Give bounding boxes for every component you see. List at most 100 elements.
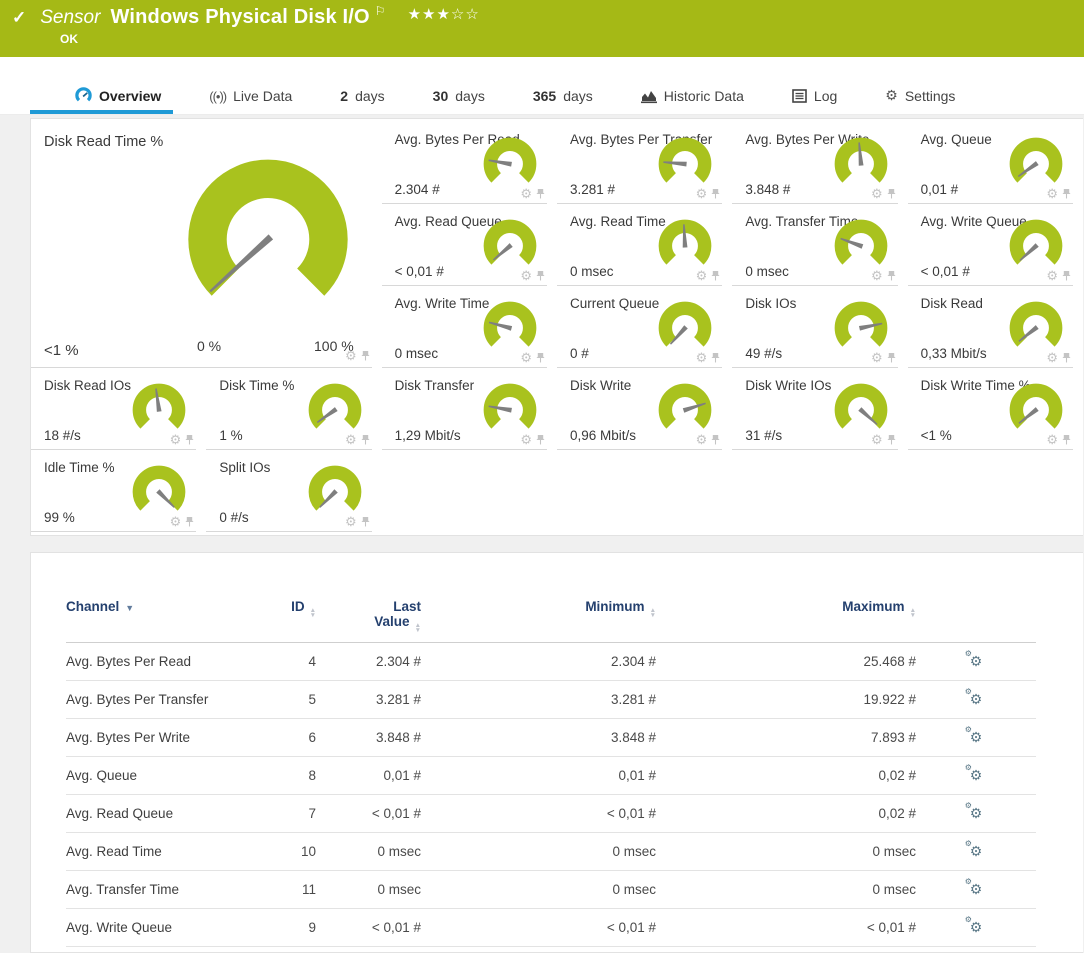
gauge-settings-gear-icon[interactable]: ⚙	[170, 515, 182, 528]
gauge-pin-icon[interactable]	[185, 516, 194, 527]
gauge-min-label: 0 %	[197, 338, 221, 354]
channel-settings-gear-icon[interactable]: ⚙	[970, 805, 983, 822]
gauge-value: 99 %	[44, 510, 75, 525]
channel-settings-gear-icon[interactable]: ⚙	[970, 767, 983, 784]
tab-label: days	[355, 88, 385, 104]
gauge-pin-icon[interactable]	[711, 352, 720, 363]
gauge-settings-gear-icon[interactable]: ⚙	[871, 351, 883, 364]
table-row: Avg. Write Queue 9 < 0,01 # < 0,01 # < 0…	[66, 909, 1036, 947]
gauge-value: 18 #/s	[44, 428, 81, 443]
tab-number: 30	[433, 88, 449, 104]
gauge-pin-icon[interactable]	[185, 434, 194, 445]
gauge-pin-icon[interactable]	[536, 188, 545, 199]
gauge-pin-icon[interactable]	[361, 516, 370, 527]
tab-30-days[interactable]: 30 days	[433, 88, 485, 104]
cell-minimum: < 0,01 #	[421, 795, 656, 833]
channels-panel: Channel▼ ID▲▼ Last Value▲▼ Minimum▲▼ Max…	[30, 552, 1083, 953]
column-header-id[interactable]: ID▲▼	[256, 595, 316, 643]
table-header-row: Channel▼ ID▲▼ Last Value▲▼ Minimum▲▼ Max…	[66, 595, 1036, 643]
tab-overview[interactable]: Overview	[75, 87, 161, 104]
tab-log[interactable]: Log	[792, 88, 837, 104]
tab-2-days[interactable]: 2 days	[340, 88, 384, 104]
column-header-last-value[interactable]: Last Value▲▼	[316, 595, 421, 643]
gauge-value: 0 #/s	[219, 510, 248, 525]
column-header-channel[interactable]: Channel▼	[66, 595, 256, 643]
channel-settings-gear-icon[interactable]: ⚙	[970, 919, 983, 936]
gauge-pin-icon[interactable]	[1062, 352, 1071, 363]
gauge-settings-gear-icon[interactable]: ⚙	[871, 187, 883, 200]
gauge-pin-icon[interactable]	[536, 352, 545, 363]
gauge-settings-gear-icon[interactable]: ⚙	[520, 351, 532, 364]
gauge-card: Disk Write Time % <1 % ⚙	[908, 368, 1083, 450]
overview-gauge-icon	[75, 87, 92, 104]
tab-settings[interactable]: ⚙ Settings	[885, 87, 955, 104]
priority-stars[interactable]: ★★★☆☆	[408, 5, 480, 23]
channel-settings-gear-icon[interactable]: ⚙	[970, 691, 983, 708]
gauge-pin-icon[interactable]	[711, 434, 720, 445]
gauge-value: 0,33 Mbit/s	[921, 346, 987, 361]
page-title: Windows Physical Disk I/O	[110, 6, 369, 29]
gauge-pin-icon[interactable]	[361, 350, 370, 361]
gauge-settings-gear-icon[interactable]: ⚙	[696, 269, 708, 282]
stars-empty: ☆☆	[451, 6, 480, 23]
cell-maximum: < 0,01 #	[656, 909, 916, 947]
gauge-pin-icon[interactable]	[1062, 434, 1071, 445]
gauge-settings-gear-icon[interactable]: ⚙	[520, 433, 532, 446]
gauge-card: Avg. Write Time 0 msec ⚙	[382, 286, 557, 368]
gauge-settings-gear-icon[interactable]: ⚙	[1046, 269, 1058, 282]
channel-settings-gear-icon[interactable]: ⚙	[970, 881, 983, 898]
gauge-dial	[128, 463, 190, 521]
tab-historic-data[interactable]: Historic Data	[641, 88, 744, 104]
gauge-dial	[1005, 217, 1067, 275]
cell-channel: Avg. Bytes Per Read	[66, 643, 256, 681]
header-label: Channel	[66, 599, 119, 614]
gauge-settings-gear-icon[interactable]: ⚙	[696, 187, 708, 200]
gauge-pin-icon[interactable]	[887, 270, 896, 281]
gauge-pin-icon[interactable]	[711, 270, 720, 281]
gauge-dial	[654, 381, 716, 439]
header-label: ID	[291, 599, 305, 614]
gauge-value: 2.304 #	[395, 182, 440, 197]
gauge-pin-icon[interactable]	[711, 188, 720, 199]
gauge-dial	[479, 135, 541, 193]
cell-minimum: < 0,01 #	[421, 909, 656, 947]
channel-settings-gear-icon[interactable]: ⚙	[970, 653, 983, 670]
gauge-settings-gear-icon[interactable]: ⚙	[520, 269, 532, 282]
tab-365-days[interactable]: 365 days	[533, 88, 593, 104]
gauge-dial	[830, 217, 892, 275]
gauge-pin-icon[interactable]	[536, 434, 545, 445]
channel-settings-gear-icon[interactable]: ⚙	[970, 729, 983, 746]
channel-settings-gear-icon[interactable]: ⚙	[970, 843, 983, 860]
column-header-maximum[interactable]: Maximum▲▼	[656, 595, 916, 643]
gauge-settings-gear-icon[interactable]: ⚙	[1046, 433, 1058, 446]
cell-minimum: 0 msec	[421, 833, 656, 871]
gauge-settings-gear-icon[interactable]: ⚙	[345, 433, 357, 446]
gauge-settings-gear-icon[interactable]: ⚙	[1046, 351, 1058, 364]
gauge-pin-icon[interactable]	[887, 352, 896, 363]
gauge-settings-gear-icon[interactable]: ⚙	[345, 515, 357, 528]
gauge-dial	[479, 217, 541, 275]
column-header-minimum[interactable]: Minimum▲▼	[421, 595, 656, 643]
gauge-pin-icon[interactable]	[1062, 188, 1071, 199]
tab-label: days	[563, 88, 593, 104]
gauge-pin-icon[interactable]	[887, 188, 896, 199]
tab-live-data[interactable]: ((•)) Live Data	[209, 88, 292, 104]
gauge-settings-gear-icon[interactable]: ⚙	[520, 187, 532, 200]
gauge-pin-icon[interactable]	[361, 434, 370, 445]
gauge-dial	[479, 381, 541, 439]
gauge-pin-icon[interactable]	[536, 270, 545, 281]
gauge-settings-gear-icon[interactable]: ⚙	[871, 433, 883, 446]
flag-icon[interactable]: ⚐	[375, 4, 386, 18]
channels-table: Channel▼ ID▲▼ Last Value▲▼ Minimum▲▼ Max…	[66, 595, 1036, 947]
gauge-pin-icon[interactable]	[887, 434, 896, 445]
primary-gauge-dial	[172, 148, 364, 326]
status-badge: OK	[60, 32, 1070, 46]
gauge-settings-gear-icon[interactable]: ⚙	[696, 433, 708, 446]
gauge-settings-gear-icon[interactable]: ⚙	[345, 349, 357, 362]
cell-id: 7	[256, 795, 316, 833]
gauge-pin-icon[interactable]	[1062, 270, 1071, 281]
gauge-settings-gear-icon[interactable]: ⚙	[1046, 187, 1058, 200]
gauge-settings-gear-icon[interactable]: ⚙	[696, 351, 708, 364]
gauge-settings-gear-icon[interactable]: ⚙	[871, 269, 883, 282]
gauge-settings-gear-icon[interactable]: ⚙	[170, 433, 182, 446]
